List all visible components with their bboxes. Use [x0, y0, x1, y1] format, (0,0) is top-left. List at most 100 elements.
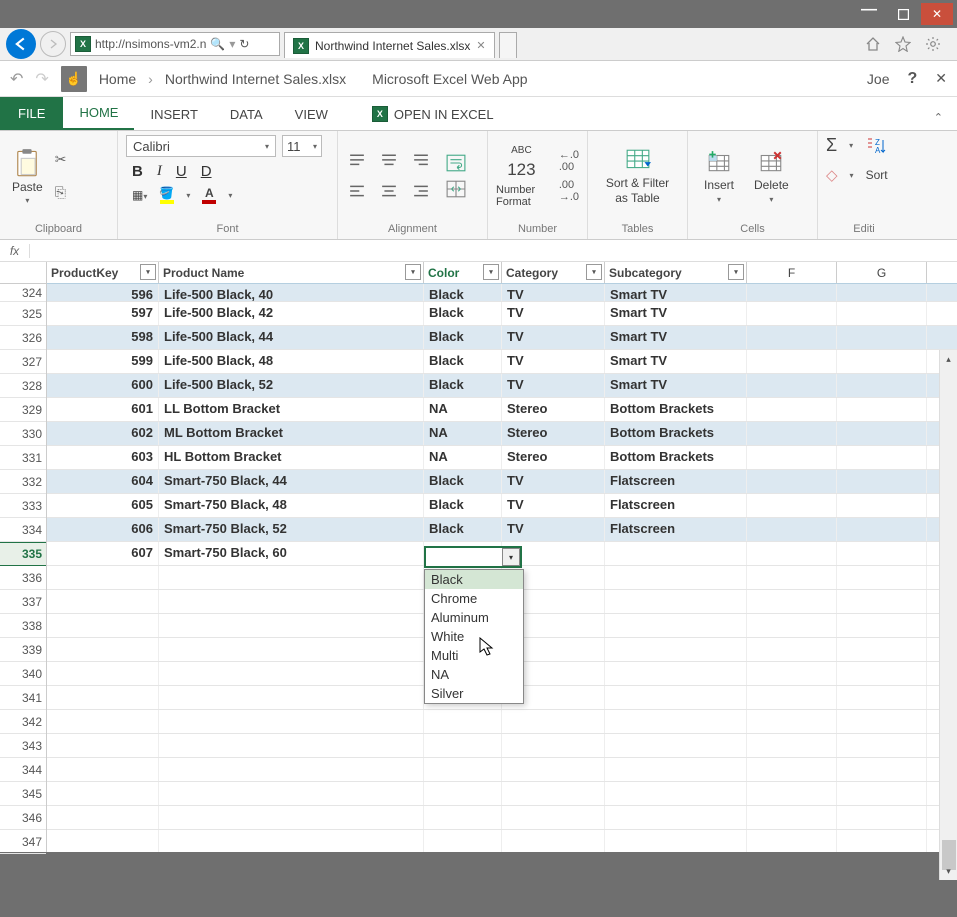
dropdown-option[interactable]: NA	[425, 665, 523, 684]
column-header-productname[interactable]: Product Name▾	[159, 262, 424, 283]
table-row[interactable]: 606Smart-750 Black, 52BlackTVFlatscreen	[47, 518, 957, 542]
filter-icon[interactable]: ▾	[405, 264, 421, 280]
cell-color[interactable]: Black	[424, 350, 502, 373]
cell-productkey[interactable]: 604	[47, 470, 159, 493]
cell-empty[interactable]	[747, 494, 837, 517]
row-header[interactable]: 327	[0, 350, 46, 374]
cell-color[interactable]: Black	[424, 284, 502, 301]
row-header[interactable]: 337	[0, 590, 46, 614]
cell-color[interactable]: Black	[424, 302, 502, 325]
column-header-color[interactable]: Color▾	[424, 262, 502, 283]
breadcrumb-home[interactable]: Home	[99, 71, 136, 87]
table-row[interactable]	[47, 758, 957, 782]
close-app-button[interactable]: ✕	[935, 70, 947, 87]
tab-view[interactable]: VIEW	[279, 99, 344, 130]
cell-category[interactable]: TV	[502, 374, 605, 397]
cell-productname[interactable]: Smart-750 Black, 60	[159, 542, 424, 565]
table-row[interactable]: 603HL Bottom BracketNAStereoBottom Brack…	[47, 446, 957, 470]
cell-subcategory[interactable]	[605, 542, 747, 565]
row-header[interactable]: 344	[0, 758, 46, 782]
align-middle-icon[interactable]	[381, 154, 397, 168]
row-header[interactable]: 331	[0, 446, 46, 470]
dropdown-option[interactable]: Silver	[425, 684, 523, 703]
maximize-button[interactable]	[887, 3, 919, 25]
cell-empty[interactable]	[747, 374, 837, 397]
filter-icon[interactable]: ▾	[140, 264, 156, 280]
tab-data[interactable]: DATA	[214, 99, 279, 130]
cell-empty[interactable]	[837, 284, 927, 301]
cell-productname[interactable]: Life-500 Black, 42	[159, 302, 424, 325]
dropdown-option[interactable]: Aluminum	[425, 608, 523, 627]
row-header[interactable]: 326	[0, 326, 46, 350]
fill-color-button[interactable]: 🪣	[159, 186, 174, 204]
font-select[interactable]: Calibri▾	[126, 135, 276, 157]
cell-category[interactable]: TV	[502, 284, 605, 301]
row-header[interactable]: 340	[0, 662, 46, 686]
cell-category[interactable]: Stereo	[502, 398, 605, 421]
cell-color[interactable]: Black	[424, 374, 502, 397]
table-row[interactable]: 601LL Bottom BracketNAStereoBottom Brack…	[47, 398, 957, 422]
column-header-f[interactable]: F	[747, 262, 837, 283]
row-header[interactable]: 324	[0, 284, 46, 302]
cell-empty[interactable]	[837, 350, 927, 373]
cell-empty[interactable]	[747, 542, 837, 565]
sort-button[interactable]: Sort	[866, 168, 888, 182]
cell-subcategory[interactable]: Smart TV	[605, 326, 747, 349]
collapse-ribbon-button[interactable]: ⌃	[920, 105, 957, 130]
cell-empty[interactable]	[837, 542, 927, 565]
tab-insert[interactable]: INSERT	[134, 99, 213, 130]
breadcrumb-file[interactable]: Northwind Internet Sales.xlsx	[165, 71, 346, 87]
underline-button[interactable]: U	[176, 163, 187, 180]
double-underline-button[interactable]: D	[201, 163, 212, 180]
row-header[interactable]: 339	[0, 638, 46, 662]
cell-empty[interactable]	[837, 470, 927, 493]
gear-icon[interactable]	[925, 36, 941, 52]
row-header[interactable]: 325	[0, 302, 46, 326]
cell-productname[interactable]: LL Bottom Bracket	[159, 398, 424, 421]
cell-subcategory[interactable]: Smart TV	[605, 302, 747, 325]
cell-empty[interactable]	[837, 494, 927, 517]
autosum-button[interactable]: Σ	[826, 135, 837, 156]
cell-empty[interactable]	[747, 326, 837, 349]
increase-decimal-icon[interactable]: ←.0.00	[559, 149, 579, 173]
cell-empty[interactable]	[747, 518, 837, 541]
cell-empty[interactable]	[837, 518, 927, 541]
cell-subcategory[interactable]: Bottom Brackets	[605, 422, 747, 445]
align-top-icon[interactable]	[349, 154, 365, 168]
active-cell-color[interactable]: ▾	[424, 546, 522, 568]
tab-file[interactable]: FILE	[0, 97, 63, 130]
tab-home[interactable]: HOME	[63, 97, 134, 130]
delete-cells-button[interactable]: Delete▾	[746, 149, 797, 204]
table-row[interactable]	[47, 830, 957, 852]
borders-button[interactable]: ▦▾	[132, 188, 147, 202]
cell-subcategory[interactable]: Bottom Brackets	[605, 398, 747, 421]
cell-color[interactable]: NA	[424, 422, 502, 445]
table-row[interactable]: 599Life-500 Black, 48BlackTVSmart TV	[47, 350, 957, 374]
user-name[interactable]: Joe	[867, 71, 890, 87]
row-header[interactable]: 335	[0, 542, 46, 566]
column-header-g[interactable]: G	[837, 262, 927, 283]
cell-empty[interactable]	[837, 302, 927, 325]
cell-empty[interactable]	[747, 302, 837, 325]
vertical-scrollbar[interactable]: ▴ ▾	[939, 350, 957, 880]
table-row[interactable]: 598Life-500 Black, 44BlackTVSmart TV	[47, 326, 957, 350]
row-header[interactable]: 342	[0, 710, 46, 734]
table-row[interactable]: 597Life-500 Black, 42BlackTVSmart TV	[47, 302, 957, 326]
clear-button[interactable]: ◇	[826, 166, 838, 184]
open-in-excel-button[interactable]: X OPEN IN EXCEL	[356, 98, 510, 130]
cell-productname[interactable]: Life-500 Black, 40	[159, 284, 424, 301]
align-bottom-icon[interactable]	[413, 154, 429, 168]
cell-empty[interactable]	[837, 374, 927, 397]
italic-button[interactable]: I	[157, 163, 162, 180]
table-row[interactable]: 602ML Bottom BracketNAStereoBottom Brack…	[47, 422, 957, 446]
cell-empty[interactable]	[837, 446, 927, 469]
cell-productkey[interactable]: 607	[47, 542, 159, 565]
row-header[interactable]: 338	[0, 614, 46, 638]
dropdown-option[interactable]: Multi	[425, 646, 523, 665]
cell-productname[interactable]: HL Bottom Bracket	[159, 446, 424, 469]
filter-icon[interactable]: ▾	[728, 264, 744, 280]
table-row[interactable]: 600Life-500 Black, 52BlackTVSmart TV	[47, 374, 957, 398]
row-header[interactable]: 329	[0, 398, 46, 422]
bold-button[interactable]: B	[132, 163, 143, 180]
address-bar[interactable]: X http://nsimons-vm2.n 🔍 ▾ ↻	[70, 32, 280, 56]
